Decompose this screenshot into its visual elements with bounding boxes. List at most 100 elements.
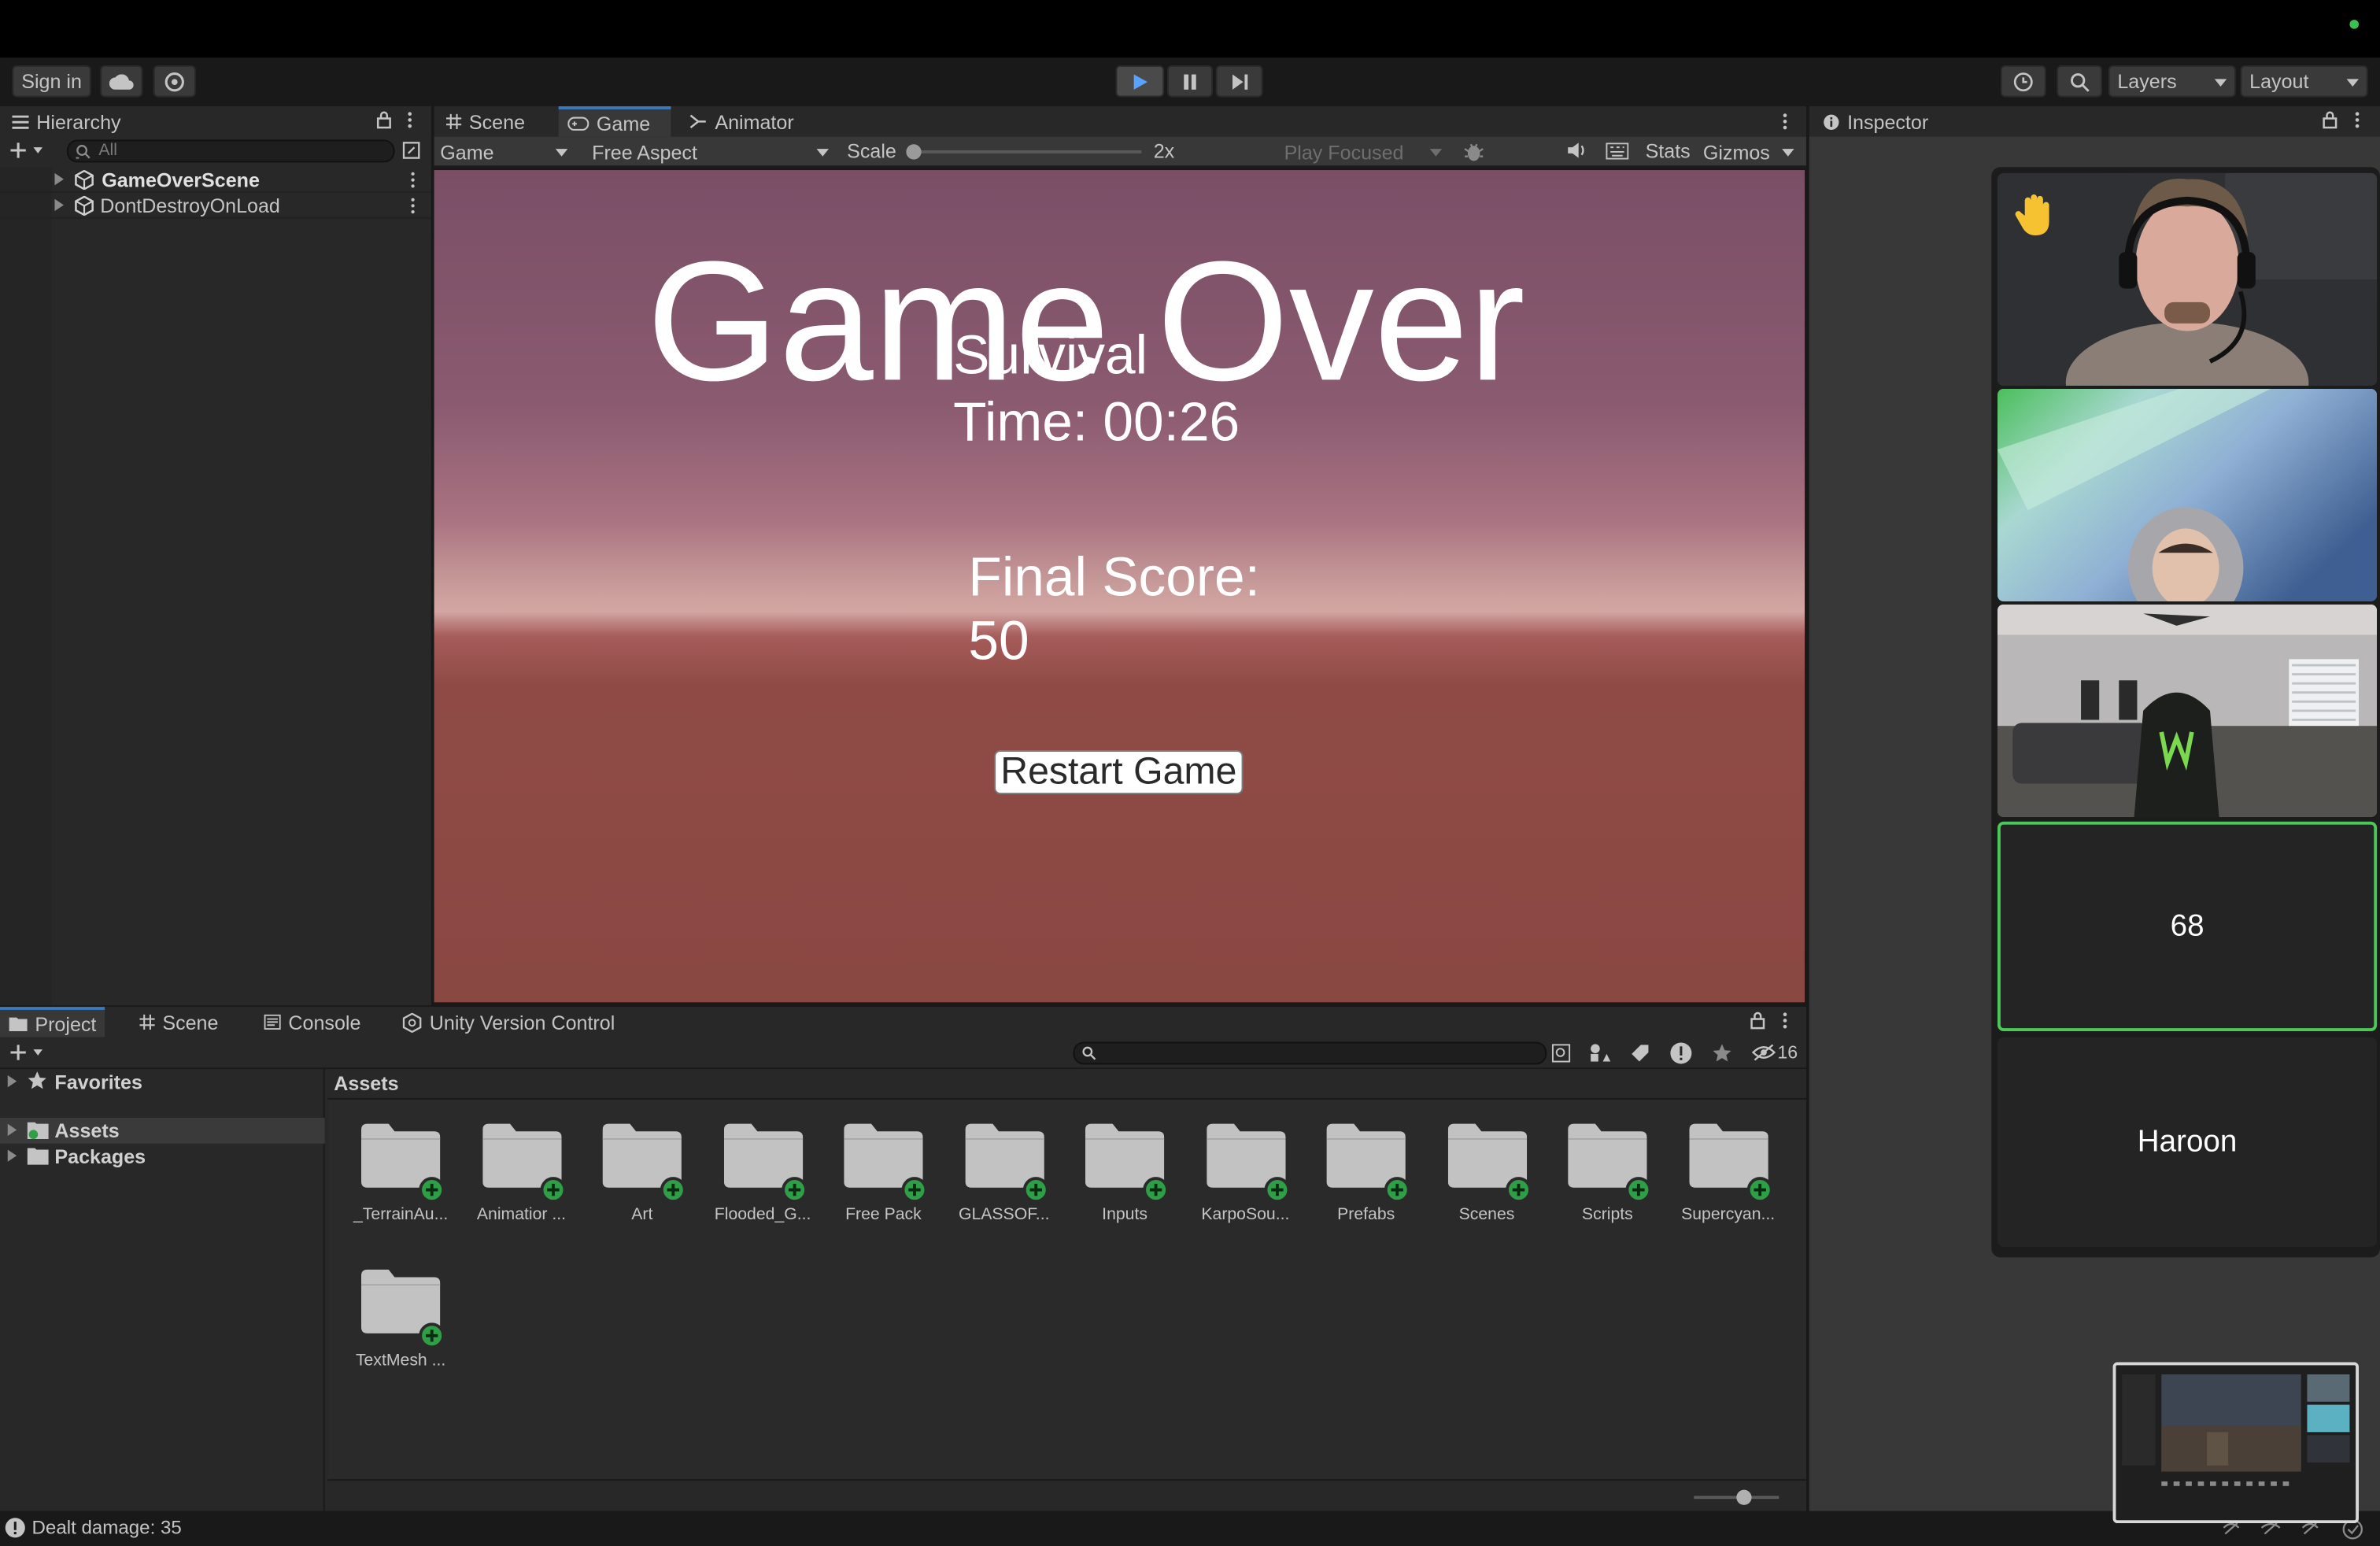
tree-item-assets[interactable]: Assets [0, 1117, 325, 1144]
layers-dropdown[interactable]: Layers [2108, 65, 2236, 98]
kebab-menu-icon[interactable] [410, 172, 416, 188]
expand-arrow-icon[interactable] [7, 1149, 17, 1162]
tab-game[interactable]: Game [558, 106, 671, 137]
sign-in-button[interactable]: Sign in [12, 65, 91, 98]
asset-folder[interactable]: Flooded_G... [702, 1121, 823, 1224]
tree-item-favorites[interactable]: Favorites [0, 1069, 325, 1095]
collab-button[interactable] [153, 65, 196, 98]
display-dropdown[interactable]: Game [434, 139, 574, 166]
status-message[interactable]: Dealt damage: 35 [31, 1517, 181, 1538]
asset-folder[interactable]: Inputs [1064, 1121, 1185, 1224]
expand-arrow-icon[interactable] [54, 198, 64, 212]
tab-scene[interactable]: Scene [437, 106, 534, 137]
hierarchy-row[interactable]: GameOverScene [0, 167, 431, 194]
inspector-tab[interactable]: Inspector [1809, 106, 1954, 137]
breadcrumb-assets[interactable]: Assets [334, 1072, 398, 1095]
participant-video-tile[interactable] [1997, 604, 2378, 817]
screen-share-preview[interactable] [2112, 1362, 2359, 1524]
breadcrumb: Assets [327, 1069, 1806, 1100]
icon-size-slider-thumb[interactable] [1736, 1489, 1752, 1505]
asset-folder[interactable]: Free Pack [822, 1121, 944, 1224]
tree-item-packages[interactable]: Packages [0, 1144, 325, 1170]
kebab-menu-icon[interactable] [407, 111, 413, 129]
warning-icon[interactable] [1669, 1041, 1692, 1064]
kebab-menu-icon[interactable] [2354, 111, 2360, 129]
hierarchy-row[interactable]: DontDestroyOnLoad [0, 193, 431, 219]
tab-version-control[interactable]: Unity Version Control [393, 1007, 623, 1037]
final-score-label: Final Score: [968, 545, 1260, 608]
expand-arrow-icon[interactable] [54, 172, 64, 186]
asset-folder[interactable]: Art [582, 1121, 703, 1224]
participant-avatar-tile[interactable]: Haroon [1997, 1037, 2378, 1247]
play-mode-dropdown[interactable]: Play Focused [1278, 139, 1448, 166]
project-search-input[interactable] [1073, 1041, 1547, 1065]
asset-folder[interactable]: Scripts [1547, 1121, 1668, 1224]
asset-folder[interactable]: Supercyan... [1668, 1121, 1789, 1224]
gizmos-dropdown[interactable]: Gizmos [1697, 139, 1800, 166]
tab-console[interactable]: Console [255, 1007, 370, 1037]
keyboard-shortcuts-icon[interactable] [1606, 142, 1629, 160]
expand-arrow-icon[interactable] [7, 1074, 17, 1088]
tab-scene[interactable]: Scene [131, 1007, 227, 1037]
asset-folder[interactable]: Scenes [1426, 1121, 1547, 1224]
icon-size-slider[interactable] [1694, 1489, 1779, 1505]
history-icon [2012, 71, 2034, 92]
hierarchy-search-input[interactable]: All [66, 139, 395, 163]
filter-by-type-icon[interactable] [1589, 1043, 1611, 1063]
kebab-menu-icon[interactable] [1782, 113, 1788, 131]
kebab-menu-icon[interactable] [410, 198, 416, 214]
hierarchy-gutter [0, 167, 52, 1006]
hidden-packages-icon[interactable] [1751, 1043, 1776, 1061]
restart-game-button[interactable]: Restart Game [994, 750, 1244, 795]
label-tag-icon[interactable] [1630, 1043, 1650, 1063]
tab-project[interactable]: Project [0, 1007, 105, 1037]
expand-arrow-icon[interactable] [7, 1123, 17, 1137]
stats-toggle[interactable]: Stats [1646, 139, 1691, 162]
bug-icon[interactable] [1463, 141, 1484, 162]
scene-visibility-icon[interactable] [402, 141, 420, 159]
mute-audio-icon[interactable] [1566, 141, 1587, 159]
folder-icon [360, 1267, 445, 1349]
scale-slider[interactable] [906, 144, 1142, 160]
participant-video-tile[interactable] [1997, 172, 2378, 386]
asset-folder[interactable]: KarpoSou... [1184, 1121, 1306, 1224]
lock-icon[interactable] [376, 111, 391, 129]
add-badge-icon [781, 1177, 808, 1203]
search-button[interactable] [2057, 65, 2103, 98]
unity-scene-icon [74, 170, 94, 190]
play-button[interactable] [1115, 65, 1165, 98]
asset-folder[interactable]: GLASSOF... [944, 1121, 1065, 1224]
hierarchy-tab[interactable]: Hierarchy [0, 106, 431, 137]
search-by-type-icon[interactable] [1551, 1043, 1571, 1063]
lock-icon[interactable] [2323, 111, 2338, 129]
favorite-star-icon[interactable] [1712, 1043, 1731, 1063]
pause-button[interactable] [1167, 65, 1213, 98]
asset-folder[interactable]: TextMesh ... [340, 1267, 461, 1370]
lock-icon[interactable] [1750, 1012, 1765, 1030]
participant-avatar-tile-speaking[interactable]: 68 [1997, 821, 2378, 1031]
kebab-menu-icon[interactable] [1782, 1012, 1788, 1030]
tree-item-label: Packages [54, 1145, 146, 1168]
animator-icon [689, 114, 708, 129]
folder-icon [482, 1121, 566, 1203]
folder-label: Animatior ... [476, 1205, 567, 1224]
tab-animator[interactable]: Animator [680, 106, 803, 137]
add-icon[interactable] [9, 1043, 46, 1061]
game-view[interactable]: Game Over Survival Time: 00:26 Final Sco… [434, 170, 1805, 1003]
folder-label: Supercyan... [1681, 1205, 1776, 1224]
scale-slider-thumb[interactable] [906, 144, 922, 160]
undo-history-button[interactable] [2000, 65, 2046, 98]
add-icon[interactable] [9, 141, 46, 159]
cloud-button[interactable] [100, 65, 143, 98]
asset-folder[interactable]: Animatior ... [460, 1121, 582, 1224]
add-badge-icon [1746, 1177, 1772, 1203]
console-icon [264, 1014, 281, 1030]
asset-folder[interactable]: _TerrainAu... [340, 1121, 461, 1224]
assets-view: Assets _TerrainAu... Animatior ... Art Floo… [327, 1069, 1806, 1511]
aspect-dropdown[interactable]: Free Aspect [586, 139, 834, 166]
asset-folder[interactable]: Prefabs [1306, 1121, 1427, 1224]
step-button[interactable] [1215, 65, 1263, 98]
layout-dropdown[interactable]: Layout [2240, 65, 2368, 98]
system-top-bar [0, 0, 2380, 58]
participant-video-tile[interactable] [1997, 388, 2378, 601]
